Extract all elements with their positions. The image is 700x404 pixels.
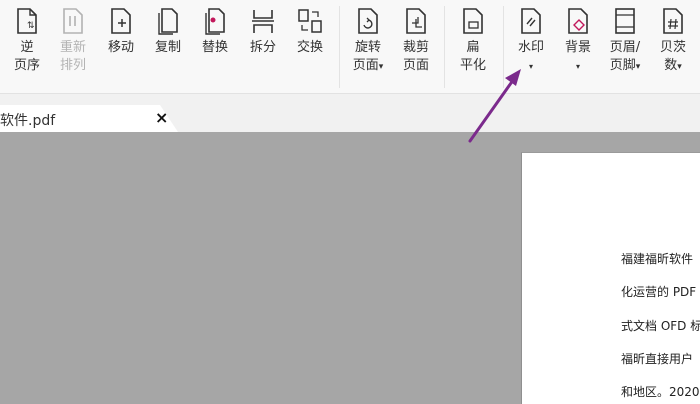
copy-button[interactable]: 复制 (151, 0, 185, 93)
ribbon-toolbar: ⇅ 逆 页序 重新 排列 移动 复制 替换 拆分 交换 旋转 页面▾ 裁剪 页面… (0, 0, 700, 94)
toolbar-separator (444, 6, 445, 88)
split-button[interactable]: 拆分 (246, 0, 280, 93)
chevron-down-icon: ▾ (378, 62, 384, 72)
chevron-down-icon: ▾ (575, 62, 580, 71)
rearrange-label-1: 重新 (59, 40, 86, 55)
swap-label: 交换 (296, 40, 323, 55)
bates-number-label-2: 数 (664, 58, 678, 73)
header-footer-icon (615, 8, 635, 34)
flatten-label-1: 扁 (466, 40, 480, 55)
copy-label: 复制 (154, 40, 181, 55)
page-text-line: 和地区。2020 (621, 385, 700, 399)
close-icon[interactable]: × (155, 108, 168, 127)
reverse-pages-button[interactable]: ⇅ 逆 页序 (8, 0, 46, 93)
background-label: 背景 (564, 40, 591, 55)
chevron-down-icon: ▾ (528, 62, 533, 71)
watermark-button[interactable]: 水印 ▾ (513, 0, 549, 93)
toolbar-separator (503, 6, 504, 88)
chevron-down-icon: ▾ (635, 62, 641, 72)
tab-strip: 软件.pdf × (0, 94, 700, 132)
header-footer-label-1: 页眉/ (609, 40, 641, 55)
rotate-pages-label-1: 旋转 (354, 40, 381, 55)
replace-label: 替换 (201, 40, 228, 55)
pdf-page: 福建福昕软件 化运营的 PDF 式文档 OFD 标 福昕直接用户 和地区。202… (521, 152, 700, 404)
swap-button[interactable]: 交换 (293, 0, 327, 93)
reverse-pages-label-1: 逆 (20, 40, 34, 55)
chevron-down-icon: ▾ (677, 62, 682, 72)
rearrange-button[interactable]: 重新 排列 (56, 0, 90, 93)
header-footer-button[interactable]: 页眉/ 页脚▾ (605, 0, 645, 93)
move-button[interactable]: 移动 (104, 0, 138, 93)
watermark-label: 水印 (517, 40, 544, 55)
svg-text:⇅: ⇅ (27, 21, 35, 31)
page-text-line: 式文档 OFD 标 (621, 319, 700, 333)
crop-pages-label-1: 裁剪 (402, 40, 429, 55)
page-text-line: 化运营的 PDF (621, 285, 697, 299)
toolbar-separator (339, 6, 340, 88)
move-label: 移动 (107, 40, 134, 55)
split-icon (252, 10, 274, 33)
swap-icon (298, 9, 322, 33)
bates-number-button[interactable]: 贝茨 数▾ (655, 0, 691, 93)
crop-pages-icon (406, 8, 426, 34)
document-tab[interactable]: 软件.pdf × (0, 105, 178, 132)
copy-icon (158, 8, 178, 35)
background-icon (568, 8, 588, 34)
page-text-line: 福建福昕软件 (621, 252, 694, 266)
flatten-icon (463, 8, 483, 34)
rearrange-label-2: 排列 (59, 58, 86, 73)
crop-pages-button[interactable]: 裁剪 页面 (396, 0, 436, 93)
bates-number-label-1: 贝茨 (659, 40, 686, 55)
rearrange-icon (63, 8, 83, 34)
replace-icon (205, 8, 225, 35)
reverse-pages-label-2: 页序 (13, 58, 40, 73)
replace-button[interactable]: 替换 (198, 0, 232, 93)
reverse-pages-icon: ⇅ (17, 8, 37, 34)
bates-number-icon (663, 8, 683, 34)
crop-pages-label-2: 页面 (402, 58, 429, 73)
watermark-icon (521, 8, 541, 34)
flatten-button[interactable]: 扁 平化 (453, 0, 493, 93)
header-footer-label-2: 页脚 (609, 58, 636, 73)
background-button[interactable]: 背景 ▾ (561, 0, 595, 93)
flatten-label-2: 平化 (459, 58, 486, 73)
rotate-pages-label-2: 页面 (352, 58, 379, 73)
page-text-line: 福昕直接用户 (621, 352, 694, 366)
rotate-pages-button[interactable]: 旋转 页面▾ (346, 0, 390, 93)
split-label: 拆分 (249, 40, 276, 55)
rotate-pages-icon (358, 8, 378, 34)
move-icon (111, 8, 131, 34)
document-tab-title: 软件.pdf (0, 113, 56, 129)
